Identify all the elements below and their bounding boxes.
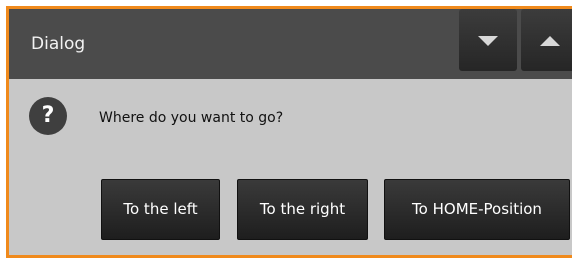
to-the-right-button[interactable]: To the right	[237, 179, 368, 240]
dialog-titlebar[interactable]: Dialog	[9, 9, 572, 79]
question-icon: ?	[29, 97, 67, 135]
to-home-position-button[interactable]: To HOME-Position	[384, 179, 570, 240]
triangle-down-icon	[478, 36, 498, 46]
triangle-up-icon	[540, 36, 560, 46]
expand-button[interactable]	[521, 9, 572, 71]
to-the-left-button[interactable]: To the left	[101, 179, 220, 240]
dialog-window: Dialog ? Where do you want to go? To the…	[6, 6, 572, 258]
question-text: Where do you want to go?	[99, 110, 284, 126]
dialog-title: Dialog	[31, 34, 86, 54]
collapse-button[interactable]	[459, 9, 517, 71]
